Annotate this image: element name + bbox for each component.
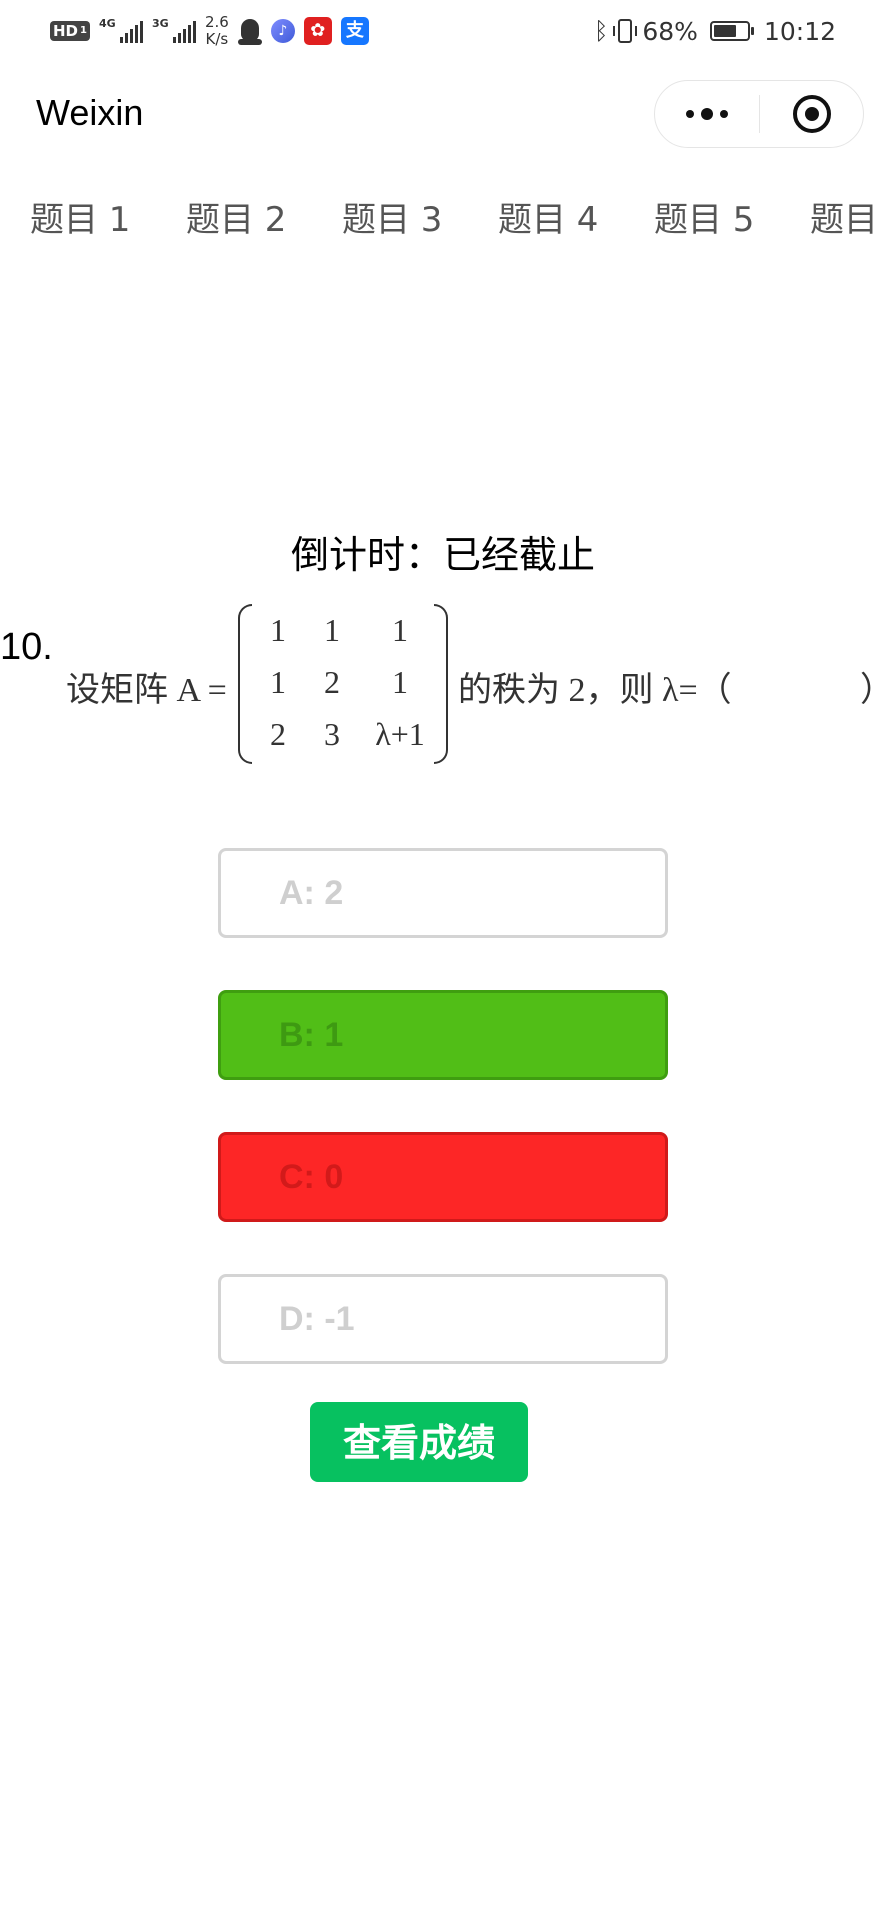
tab-question-2[interactable]: 题目 2 xyxy=(186,196,286,244)
tab-question-4[interactable]: 题目 4 xyxy=(498,196,598,244)
red-app-icon: ✿ xyxy=(303,17,332,45)
option-label: D: -1 xyxy=(279,1300,355,1338)
tab-question-3[interactable]: 题目 3 xyxy=(342,196,442,244)
tab-question-5[interactable]: 题目 5 xyxy=(654,196,754,244)
signal-tag: 4G xyxy=(98,17,116,30)
net-speed: 2.6 K/s xyxy=(205,14,229,48)
net-speed-unit: K/s xyxy=(205,30,229,48)
question-closing: ） xyxy=(860,662,886,711)
signal-icon: 3G xyxy=(152,17,196,45)
alipay-icon: 支 xyxy=(340,17,369,45)
qq-icon xyxy=(237,17,262,45)
menu-capsule xyxy=(654,80,864,148)
question-tabs: 题目 1 题目 2 题目 3 题目 4 题目 5 题目 xyxy=(0,196,886,252)
vibrate-icon xyxy=(613,19,638,43)
hd-sub: 1 xyxy=(80,25,87,36)
countdown-text: 倒计时：已经截止 xyxy=(290,533,595,577)
tab-question-6[interactable]: 题目 xyxy=(810,196,878,244)
music-icon: ♪ xyxy=(270,19,295,43)
option-b-button[interactable]: B: 1 xyxy=(218,990,668,1080)
tab-question-1[interactable]: 题目 1 xyxy=(30,196,130,244)
nav-bar: Weixin xyxy=(0,62,886,168)
option-c-button[interactable]: C: 0 xyxy=(218,1132,668,1222)
signal-tag: 3G xyxy=(151,17,169,30)
matrix: 1 1 1 1 2 1 2 3 λ+1 xyxy=(238,604,448,772)
status-right-icons: ᛒ 68% 10:12 xyxy=(594,12,836,50)
question-image: 设矩阵 A = 1 1 1 1 2 1 2 3 λ+1 的秩为 2，则 λ=（ … xyxy=(62,604,886,772)
bluetooth-icon: ᛒ xyxy=(593,17,609,45)
option-label: A: 2 xyxy=(279,874,344,912)
status-bar: HD 1 4G 3G 2.6 K/s ♪ ✿ 支 ᛒ 68% 10:12 xyxy=(0,0,886,62)
net-speed-value: 2.6 xyxy=(204,13,229,31)
status-left-icons: HD 1 4G 3G 2.6 K/s ♪ ✿ 支 xyxy=(50,12,369,50)
battery-percent: 68% xyxy=(642,16,698,46)
option-a-button[interactable]: A: 2 xyxy=(218,848,668,938)
option-d-button[interactable]: D: -1 xyxy=(218,1274,668,1364)
target-icon xyxy=(793,95,831,133)
question-number: 10. xyxy=(0,626,53,668)
option-label: B: 1 xyxy=(279,1016,344,1054)
close-button[interactable] xyxy=(760,81,864,147)
clock: 10:12 xyxy=(763,16,836,46)
view-score-button[interactable]: 查看成绩 xyxy=(310,1402,528,1482)
question-suffix: 的秩为 2，则 λ=（ xyxy=(458,672,732,709)
matrix-cell: 1 xyxy=(392,612,408,648)
more-button[interactable] xyxy=(655,81,759,147)
matrix-cell: 1 xyxy=(392,664,408,700)
page-title: Weixin xyxy=(36,92,144,133)
more-dots-icon xyxy=(686,108,728,120)
matrix-cell: λ+1 xyxy=(375,716,425,752)
signal-icon: 4G xyxy=(99,17,143,45)
battery-icon xyxy=(709,21,754,41)
hd-label: HD xyxy=(53,22,79,40)
question-prefix: 设矩阵 A = xyxy=(66,672,227,709)
option-label: C: 0 xyxy=(279,1158,344,1196)
hd-icon: HD 1 xyxy=(50,21,90,41)
